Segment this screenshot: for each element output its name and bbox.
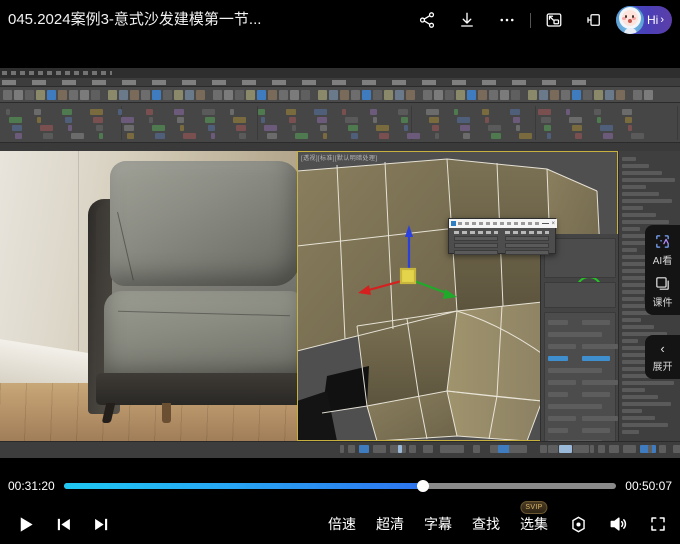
- topbar-divider: [530, 13, 531, 28]
- previous-button[interactable]: [44, 504, 82, 544]
- next-icon: [93, 516, 110, 533]
- play-icon: [16, 515, 35, 534]
- app-toolbar: [0, 87, 680, 103]
- player-topbar: 045.2024案例3-意式沙发建模第一节...: [0, 0, 680, 40]
- volume-icon: [608, 514, 628, 534]
- subtitle-button[interactable]: 字幕: [414, 514, 462, 534]
- fullscreen-icon: [649, 515, 667, 533]
- dialog-column-left: [454, 231, 498, 255]
- video-player-page: 045.2024案例3-意式沙发建模第一节...: [0, 0, 680, 544]
- topbar-actions: Hi ›: [407, 0, 680, 40]
- viewport-area: [透视][标准][默认明暗处理]: [0, 151, 618, 441]
- viewport-label: [透视][标准][默认明暗处理]: [301, 153, 377, 162]
- playback-controls: [6, 504, 120, 544]
- chevron-right-icon: ›: [660, 14, 664, 26]
- app-statusbar: [0, 441, 680, 458]
- next-button[interactable]: [82, 504, 120, 544]
- chevron-left-icon: ‹: [660, 342, 664, 355]
- user-profile-button[interactable]: Hi ›: [616, 6, 672, 34]
- more-icon[interactable]: [487, 0, 527, 40]
- ai-watch-button[interactable]: AI看: [645, 233, 680, 267]
- viewport-tabs: [0, 143, 680, 151]
- current-time: 00:31:20: [8, 479, 55, 493]
- svip-badge: SVIP: [520, 501, 547, 514]
- play-button[interactable]: [6, 504, 44, 544]
- app-menubar: [0, 78, 680, 87]
- total-duration: 00:50:07: [625, 479, 672, 493]
- courseware-label: 课件: [653, 294, 673, 309]
- command-panel: [540, 234, 618, 441]
- dialog-title-text: [458, 222, 542, 225]
- fullscreen-button[interactable]: [638, 504, 678, 544]
- ai-watch-label: AI看: [653, 252, 672, 267]
- right-controls: 倍速 超清 字幕 查找 SVIP 选集: [318, 504, 678, 544]
- video-title: 045.2024案例3-意式沙发建模第一节...: [8, 7, 308, 33]
- app-titlebar: [0, 68, 680, 78]
- download-icon[interactable]: [447, 0, 487, 40]
- episodes-label: 选集: [520, 516, 548, 532]
- speed-button[interactable]: 倍速: [318, 514, 366, 534]
- progress-track[interactable]: [64, 483, 616, 489]
- quality-button[interactable]: 超清: [366, 514, 414, 534]
- progress-section: 00:31:20 00:50:07: [0, 470, 680, 504]
- letterbox-bottom: [0, 458, 680, 470]
- dialog-column-right: [505, 231, 549, 255]
- app-ribbon: [0, 103, 680, 143]
- find-button[interactable]: 查找: [462, 514, 510, 534]
- progress-handle[interactable]: [417, 480, 429, 492]
- courseware-icon: [654, 275, 671, 292]
- dialog-close-icon[interactable]: ×: [551, 221, 555, 227]
- video-stage[interactable]: [透视][标准][默认明暗处理] ×: [0, 40, 680, 470]
- settings-icon: [569, 515, 588, 534]
- share-icon[interactable]: [407, 0, 447, 40]
- letterbox-top: [0, 40, 680, 68]
- reference-photo: [0, 151, 297, 441]
- user-greeting: Hi: [647, 13, 658, 27]
- dialog-app-icon: [451, 221, 456, 226]
- episodes-button[interactable]: SVIP 选集: [510, 514, 558, 534]
- progress-fill: [64, 483, 423, 489]
- picture-in-picture-icon[interactable]: [534, 0, 574, 40]
- dialog-minimize-icon[interactable]: [542, 223, 549, 224]
- ai-icon: [654, 233, 671, 250]
- expand-label: 展开: [653, 358, 673, 373]
- floating-dialog[interactable]: ×: [448, 218, 556, 254]
- screen-recording-3dsmax: [透视][标准][默认明暗处理] ×: [0, 68, 680, 458]
- courseware-button[interactable]: 课件: [645, 275, 680, 309]
- settings-button[interactable]: [558, 504, 598, 544]
- ai-side-dock: AI看 课件: [645, 225, 680, 315]
- volume-button[interactable]: [598, 504, 638, 544]
- avatar: [616, 6, 644, 34]
- cast-icon[interactable]: [574, 0, 614, 40]
- control-bar: 倍速 超清 字幕 查找 SVIP 选集: [0, 504, 680, 544]
- dialog-titlebar: ×: [449, 219, 557, 228]
- previous-icon: [55, 516, 72, 533]
- expand-panel-button[interactable]: ‹ 展开: [645, 335, 680, 379]
